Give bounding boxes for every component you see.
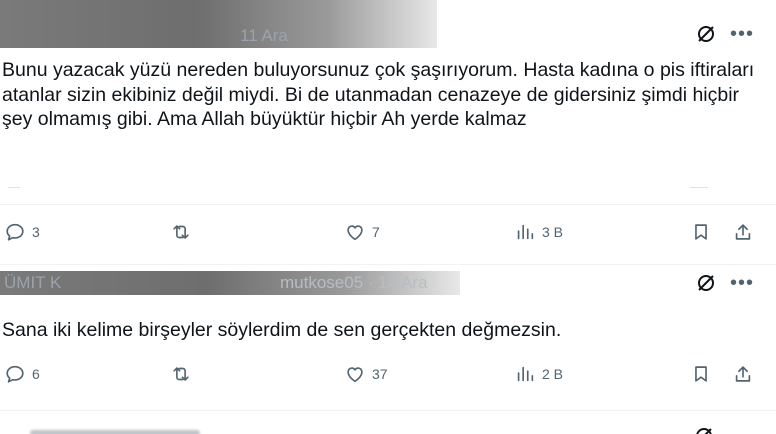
bookmark-icon xyxy=(695,224,707,240)
views-button[interactable]: 3 B xyxy=(514,221,563,243)
reply-icon xyxy=(6,365,24,383)
tweet-1[interactable]: 11 Ara ••• Bunu yazacak yüzü nereden bul… xyxy=(0,0,776,265)
tweet-2-header: ÜMIT K mutkose05 · 14 Ara ••• xyxy=(0,271,776,295)
tweet-2-actions: 6 37 2 B xyxy=(0,363,776,387)
bookmark-button[interactable] xyxy=(690,363,712,385)
views-count: 3 B xyxy=(542,224,564,240)
divider xyxy=(690,187,708,188)
divider xyxy=(8,187,20,188)
tweet-2-text: Sana iki kelime birşeyler söylerdim de s… xyxy=(2,319,562,341)
tweet-2-header-icons: ••• xyxy=(696,273,754,293)
grok-icon[interactable] xyxy=(696,24,716,44)
tweet-2-handle-time[interactable]: mutkose05 · 14 Ara xyxy=(280,273,427,293)
share-button[interactable] xyxy=(732,221,754,243)
like-icon xyxy=(347,367,363,383)
more-icon[interactable]: ••• xyxy=(730,273,754,293)
views-icon xyxy=(517,366,534,382)
blurred-header xyxy=(30,430,200,434)
retweet-icon xyxy=(173,225,189,239)
retweet-icon xyxy=(173,367,189,381)
like-count: 7 xyxy=(372,224,380,240)
share-icon xyxy=(735,224,751,240)
tweet-1-text: Bunu yazacak yüzü nereden buluyorsunuz ç… xyxy=(2,59,755,130)
retweet-button[interactable] xyxy=(170,363,192,385)
like-button[interactable]: 37 xyxy=(344,363,388,385)
tweet-1-header: 11 Ara ••• xyxy=(0,0,776,48)
reply-count: 3 xyxy=(32,224,40,240)
like-count: 37 xyxy=(372,366,388,382)
grok-icon xyxy=(696,428,712,434)
bookmark-icon xyxy=(695,366,707,382)
reply-icon xyxy=(6,223,24,241)
reply-button[interactable]: 3 xyxy=(4,221,40,243)
divider xyxy=(0,410,776,411)
next-tweet-preview xyxy=(0,424,776,434)
reply-count: 6 xyxy=(32,366,40,382)
tweet-2[interactable]: ÜMIT K mutkose05 · 14 Ara ••• Sana iki k… xyxy=(0,265,776,410)
grok-icon[interactable] xyxy=(696,273,716,293)
like-button[interactable]: 7 xyxy=(344,221,380,243)
tweet-1-header-icons: ••• xyxy=(696,24,754,44)
tweet-2-author-name[interactable]: ÜMIT K xyxy=(4,273,61,293)
share-button[interactable] xyxy=(732,363,754,385)
tweet-1-actions: 3 7 3 B xyxy=(0,221,776,245)
views-button[interactable]: 2 B xyxy=(514,363,563,385)
views-icon xyxy=(517,224,534,240)
retweet-button[interactable] xyxy=(170,221,192,243)
more-icon[interactable]: ••• xyxy=(730,24,754,44)
redacted-author xyxy=(0,0,437,48)
reply-button[interactable]: 6 xyxy=(4,363,40,385)
like-icon xyxy=(347,225,363,241)
bookmark-button[interactable] xyxy=(690,221,712,243)
views-count: 2 B xyxy=(542,366,564,382)
share-icon xyxy=(735,366,751,382)
tweet-1-timestamp[interactable]: 11 Ara xyxy=(240,26,288,46)
divider xyxy=(0,204,776,205)
